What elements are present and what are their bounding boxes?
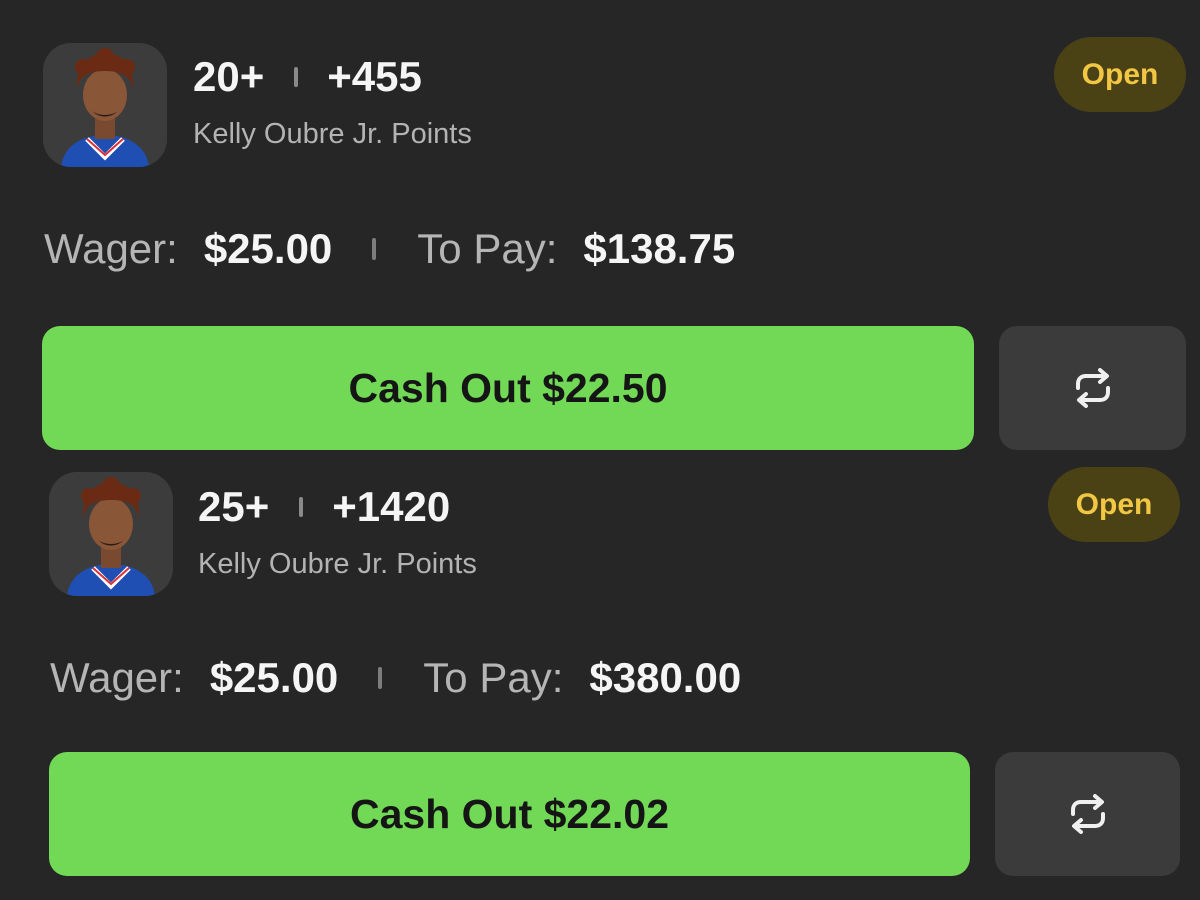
cash-out-button[interactable]: Cash Out $22.02 [49,752,970,876]
bet-market: Kelly Oubre Jr. Points [193,118,472,150]
bet-headline: 25+ +1420 [198,486,450,528]
bet-line: 25+ [198,483,270,530]
repeat-bet-button[interactable] [999,326,1186,450]
repeat-icon [1075,368,1110,408]
player-headshot-icon [49,472,173,596]
to-pay-value: $380.00 [589,654,742,701]
wager-label: Wager: [44,225,178,272]
cash-out-button[interactable]: Cash Out $22.50 [42,326,974,450]
wager-summary: Wager: $25.00 To Pay: $138.75 [44,228,735,270]
wager-value: $25.00 [203,225,333,272]
to-pay-value: $138.75 [583,225,736,272]
divider [299,497,304,517]
wager-summary: Wager: $25.00 To Pay: $380.00 [50,657,741,699]
player-headshot-icon [43,43,167,167]
bet-odds: +455 [327,53,422,100]
repeat-icon [1070,794,1105,834]
to-pay-label: To Pay: [423,654,564,701]
repeat-bet-button[interactable] [995,752,1180,876]
wager-label: Wager: [50,654,184,701]
bet-headline: 20+ +455 [193,56,422,98]
divider [378,667,383,689]
player-avatar [49,472,173,596]
bet-card: 20+ +455 Kelly Oubre Jr. Points Open Wag… [0,0,1200,450]
divider [372,238,377,260]
to-pay-label: To Pay: [417,225,558,272]
wager-value: $25.00 [209,654,339,701]
status-badge: Open [1048,467,1180,542]
status-badge: Open [1054,37,1186,112]
bet-odds: +1420 [332,483,451,530]
divider [294,67,299,87]
player-avatar [43,43,167,167]
bet-market: Kelly Oubre Jr. Points [198,548,477,580]
bet-line: 20+ [193,53,265,100]
bet-card: 25+ +1420 Kelly Oubre Jr. Points Open Wa… [0,450,1200,900]
